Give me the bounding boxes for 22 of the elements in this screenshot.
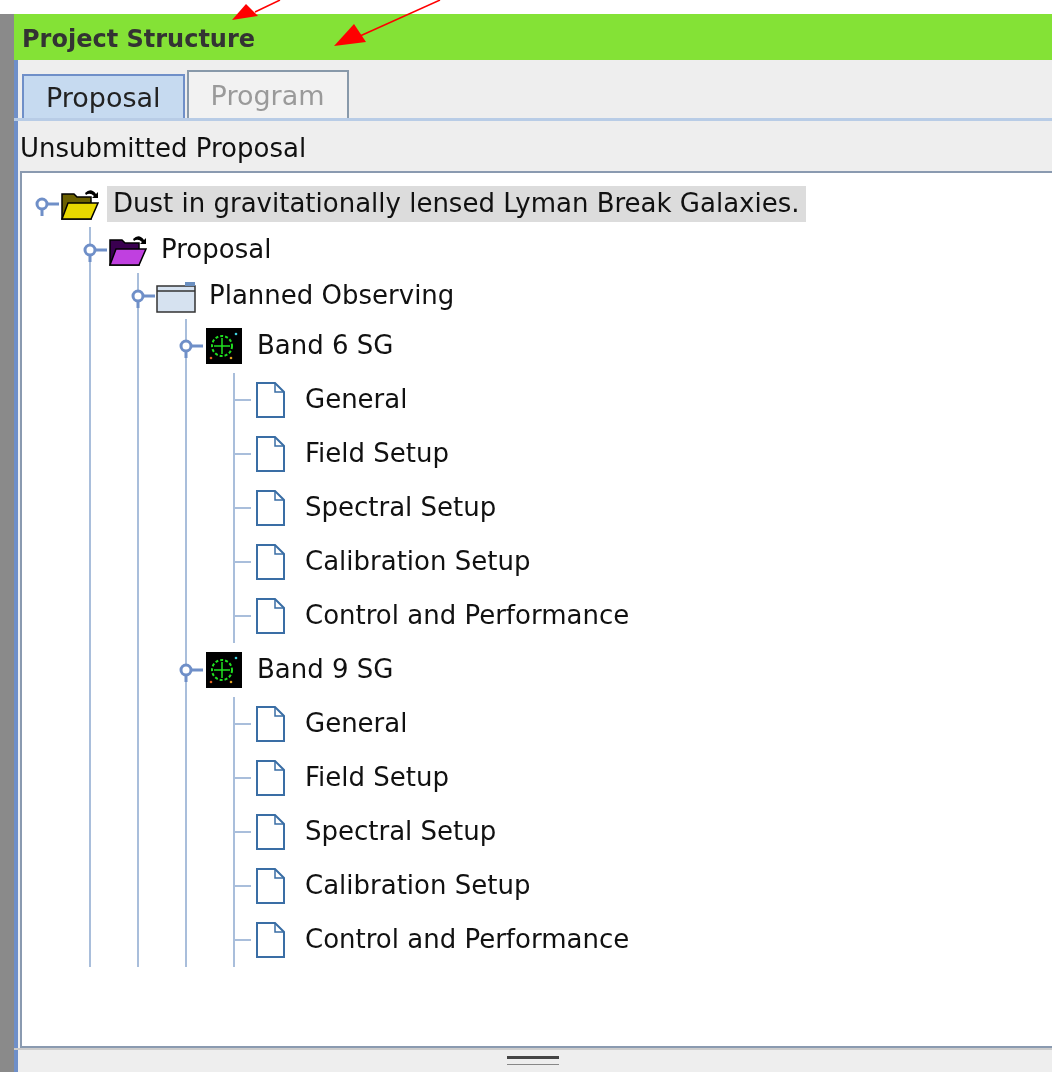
tree-item[interactable]: General	[299, 382, 414, 418]
tree-item[interactable]: Band 9 SG	[251, 652, 400, 688]
status-label: Unsubmitted Proposal	[20, 132, 308, 165]
tree-item[interactable]: Proposal	[155, 232, 278, 268]
tab[interactable]: Proposal	[22, 74, 185, 118]
target-icon	[203, 652, 245, 688]
tree-item[interactable]: Calibration Setup	[299, 868, 537, 904]
tree-item[interactable]: Dust in gravitationally lensed Lyman Break Galaxies.	[107, 186, 806, 222]
tree-item[interactable]: Band 6 SG	[251, 328, 400, 364]
tree-item[interactable]: Control and Performance	[299, 922, 636, 958]
panel-title-bar: Project Structure	[14, 14, 1052, 60]
annotation-arrow	[232, 0, 281, 20]
tree-item[interactable]: Field Setup	[299, 760, 455, 796]
tree-item[interactable]: Spectral Setup	[299, 490, 503, 526]
tree-item[interactable]: Spectral Setup	[299, 814, 503, 850]
tree-item[interactable]: Calibration Setup	[299, 544, 537, 580]
tree-item[interactable]: Planned Observing	[203, 278, 461, 314]
tree-item[interactable]: Control and Performance	[299, 598, 636, 634]
tree-item[interactable]: Field Setup	[299, 436, 455, 472]
splitter-handle[interactable]	[507, 1056, 559, 1065]
target-icon	[203, 328, 245, 364]
tree-item[interactable]: General	[299, 706, 414, 742]
